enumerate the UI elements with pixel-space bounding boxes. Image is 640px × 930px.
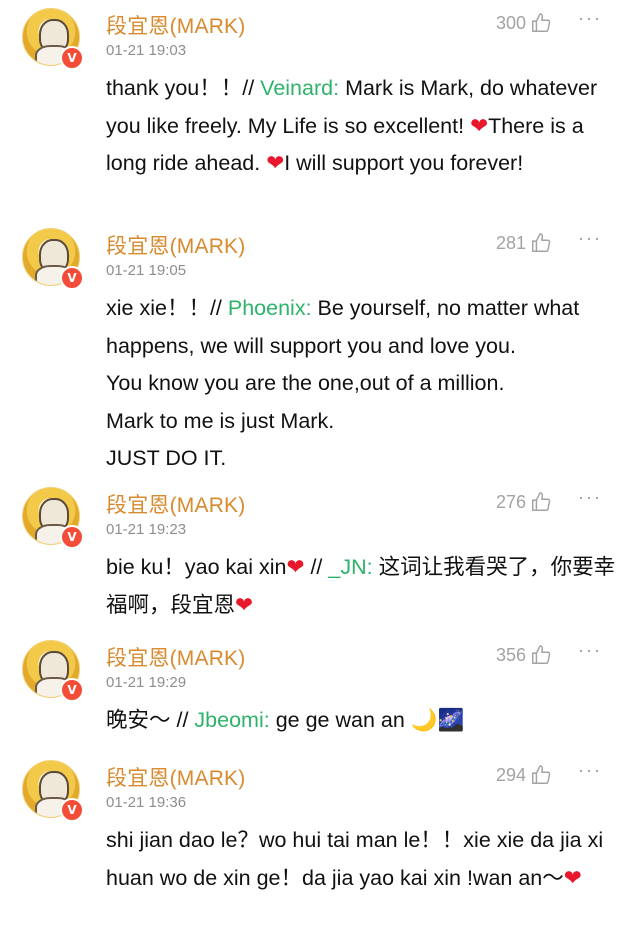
username[interactable]: 段宜恩(MARK) [106, 489, 245, 519]
more-options-icon[interactable]: ··· [578, 8, 602, 29]
thumbs-up-icon [532, 233, 551, 252]
heart-icon: ❤ [286, 555, 305, 579]
comment-body: thank you！！// Veinard: Mark is Mark, do … [106, 70, 621, 183]
comment-item: V 段宜恩(MARK) 01-21 19:05 281 ··· xie xie！… [0, 228, 640, 478]
verified-badge-icon: V [60, 678, 84, 702]
comment-time: 01-21 19:29 [106, 674, 187, 691]
more-options-icon[interactable]: ··· [578, 487, 602, 508]
username[interactable]: 段宜恩(MARK) [106, 230, 245, 260]
comment-time: 01-21 19:23 [106, 521, 187, 538]
thumbs-up-icon [532, 645, 551, 664]
mention-link[interactable]: _JN: [328, 555, 372, 579]
more-options-icon[interactable]: ··· [578, 760, 602, 781]
username[interactable]: 段宜恩(MARK) [106, 762, 245, 792]
like-count: 294 [496, 764, 527, 785]
username[interactable]: 段宜恩(MARK) [106, 10, 245, 40]
comment-time: 01-21 19:36 [106, 794, 187, 811]
thumbs-up-icon [532, 13, 551, 32]
like-count: 276 [496, 491, 527, 512]
comment-body: shi jian dao le？wo hui tai man le！！xie x… [106, 822, 621, 897]
comment-body: 晚安～ // Jbeomi: ge ge wan an 🌙🌌 [106, 702, 621, 740]
like-button[interactable]: 300 [496, 12, 552, 34]
quoted-text: ge ge wan an 🌙🌌 [275, 708, 465, 732]
mention-link[interactable]: Jbeomi: [194, 708, 269, 732]
like-count: 300 [496, 12, 527, 33]
comment-item: V 段宜恩(MARK) 01-21 19:36 294 ··· shi jian… [0, 760, 640, 930]
like-button[interactable]: 276 [496, 491, 552, 513]
thumbs-up-icon [532, 492, 551, 511]
reply-text: xie xie！！// [106, 296, 222, 320]
avatar[interactable]: V [22, 487, 84, 549]
heart-icon: ❤ [266, 151, 285, 175]
verified-badge-icon: V [60, 46, 84, 70]
mention-link[interactable]: Phoenix: [228, 296, 312, 320]
comment-item: V 段宜恩(MARK) 01-21 19:23 276 ··· bie ku！y… [0, 487, 640, 627]
avatar[interactable]: V [22, 8, 84, 70]
more-options-icon[interactable]: ··· [578, 640, 602, 661]
verified-badge-icon: V [60, 266, 84, 290]
reply-text: shi jian dao le？wo hui tai man le！！xie x… [106, 828, 604, 890]
comment-time: 01-21 19:03 [106, 42, 187, 59]
comment-item: V 段宜恩(MARK) 01-21 19:29 356 ··· 晚安～ // J… [0, 640, 640, 745]
more-options-icon[interactable]: ··· [578, 228, 602, 249]
verified-badge-icon: V [60, 798, 84, 822]
reply-text: bie ku！yao kai xin❤ // [106, 555, 323, 579]
like-count: 356 [496, 644, 527, 665]
mention-link[interactable]: Veinard: [260, 76, 339, 100]
reply-text: thank you！！// [106, 76, 255, 100]
avatar[interactable]: V [22, 228, 84, 290]
avatar[interactable]: V [22, 760, 84, 822]
heart-icon: ❤ [235, 592, 254, 617]
heart-icon: ❤ [470, 113, 489, 138]
like-button[interactable]: 281 [496, 232, 552, 254]
comment-body: bie ku！yao kai xin❤ // _JN: 这词让我看哭了，你要幸福… [106, 549, 621, 624]
comment-item: V 段宜恩(MARK) 01-21 19:03 300 ··· thank yo… [0, 8, 640, 220]
quoted-text: Be yourself, no matter what happens, we … [106, 296, 580, 470]
avatar[interactable]: V [22, 640, 84, 702]
comment-body: xie xie！！// Phoenix: Be yourself, no mat… [106, 290, 621, 478]
heart-icon: ❤ [563, 865, 582, 890]
reply-text: 晚安～ // [106, 708, 189, 732]
comment-time: 01-21 19:05 [106, 262, 187, 279]
username[interactable]: 段宜恩(MARK) [106, 642, 245, 672]
like-count: 281 [496, 232, 527, 253]
like-button[interactable]: 356 [496, 644, 552, 666]
verified-badge-icon: V [60, 525, 84, 549]
thumbs-up-icon [532, 765, 551, 784]
like-button[interactable]: 294 [496, 764, 552, 786]
